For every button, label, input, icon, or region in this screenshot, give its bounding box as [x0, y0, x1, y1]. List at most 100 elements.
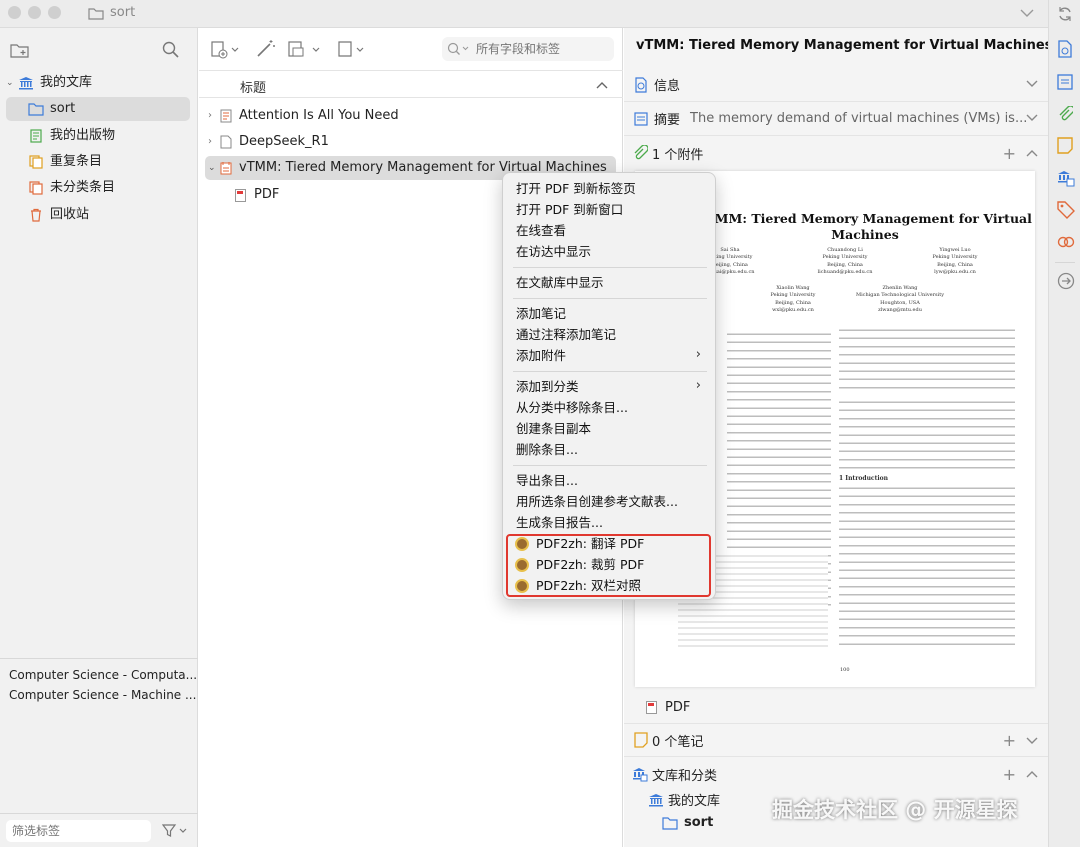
menu-item-add-note[interactable]: 添加笔记	[516, 304, 706, 324]
menu-separator	[513, 371, 707, 372]
menu-item-add-note-from-annotations[interactable]: 通过注释添加笔记	[516, 325, 706, 345]
attachment-name: PDF	[665, 700, 691, 715]
chevron-down-icon[interactable]	[1020, 8, 1034, 18]
info-section-header[interactable]: 信息	[624, 68, 1048, 102]
tag-filter-input[interactable]	[6, 820, 151, 842]
chevron-right-icon: ›	[695, 378, 701, 393]
chevron-down-icon[interactable]	[1026, 737, 1038, 745]
menu-separator	[513, 267, 707, 268]
chevron-right-icon[interactable]: ›	[205, 130, 219, 154]
menu-item-generate-report[interactable]: 生成条目报告...	[516, 513, 706, 533]
menu-item-show-in-library[interactable]: 在文献库中显示	[516, 273, 706, 293]
close-window-button[interactable]	[8, 6, 21, 19]
menu-item-open-pdf-new-tab[interactable]: 打开 PDF 到新标签页	[516, 179, 706, 199]
abstract-section-header[interactable]: 摘要 The memory demand of virtual machines…	[624, 102, 1048, 136]
info-icon[interactable]	[1057, 40, 1073, 58]
chevron-right-icon: ›	[695, 347, 701, 362]
sidebar-item-label: sort	[50, 101, 76, 116]
trash-icon	[31, 208, 41, 222]
notes-section-header[interactable]: 0 个笔记 +	[624, 723, 1048, 757]
notes-section-label: 0 个笔记	[652, 734, 704, 750]
add-attachment-icon[interactable]	[287, 40, 323, 60]
sidebar-item-my-publications[interactable]: 我的出版物	[6, 124, 190, 148]
libraries-section-header[interactable]: 文库和分类 +	[624, 757, 1048, 791]
attachments-section-header[interactable]: 1 个附件 +	[624, 136, 1048, 170]
library-row[interactable]: ⌄ 我的文库	[6, 71, 190, 95]
library-entry-label: 我的文库	[668, 794, 721, 809]
menu-item-remove-from-collection[interactable]: 从分类中移除条目...	[516, 398, 706, 418]
menu-item-create-bibliography[interactable]: 用所选条目创建参考文献表...	[516, 492, 706, 512]
column-header-row[interactable]: 标题	[199, 70, 623, 98]
new-collection-icon[interactable]	[10, 42, 30, 58]
info-section-label: 信息	[654, 79, 681, 94]
tag-item[interactable]: Computer Science - Computa...	[9, 668, 197, 682]
search-field[interactable]	[442, 37, 614, 61]
pdf-ccs-block	[839, 399, 1015, 469]
chevron-down-icon[interactable]	[1026, 114, 1038, 122]
abstract-icon	[634, 111, 648, 126]
pdf-author-block: Chuandong Li Peking University Beijing, Ch…	[817, 247, 873, 276]
menu-item-duplicate-item[interactable]: 创建条目副本	[516, 419, 706, 439]
child-attachment-row[interactable]: PDF	[205, 183, 505, 207]
magic-wand-icon[interactable]	[255, 39, 277, 59]
abstract-icon[interactable]	[1057, 74, 1073, 90]
sidebar-item-duplicates[interactable]: 重复条目	[6, 150, 190, 174]
paperclip-icon[interactable]	[1057, 106, 1073, 124]
menu-item-add-to-collection[interactable]: 添加到分类	[516, 377, 706, 397]
chevron-down-icon[interactable]	[1026, 80, 1038, 88]
menu-item-view-online[interactable]: 在线查看	[516, 221, 706, 241]
item-title: Attention Is All You Need	[239, 108, 399, 123]
sidebar-item-trash[interactable]: 回收站	[6, 203, 190, 227]
tag-icon[interactable]	[1057, 201, 1075, 219]
pdf-author-block: Zhenlin Wang Michigan Technological Unive…	[855, 285, 945, 314]
divider	[0, 813, 198, 814]
add-to-collection-button[interactable]: +	[1003, 765, 1016, 784]
add-note-button[interactable]: +	[1003, 731, 1016, 750]
sidebar-item-label: 重复条目	[50, 154, 103, 169]
menu-item-add-attachment[interactable]: 添加附件	[516, 346, 706, 366]
abstract-preview-text: The memory demand of virtual machines (V…	[690, 111, 1028, 126]
library-entry[interactable]: 我的文库	[648, 790, 720, 809]
related-icon[interactable]	[1057, 234, 1075, 250]
attachments-section-label: 1 个附件	[652, 147, 704, 163]
new-item-icon[interactable]	[211, 40, 241, 60]
add-attachment-button[interactable]: +	[1003, 144, 1016, 163]
pdf-section-heading: 1 Introduction	[839, 475, 888, 482]
chevron-down-icon[interactable]: ⌄	[205, 156, 219, 180]
note-icon[interactable]	[1057, 137, 1073, 155]
chevron-up-icon[interactable]	[1026, 149, 1038, 157]
item-row[interactable]: › Attention Is All You Need	[205, 104, 616, 128]
chevron-down-icon[interactable]: ⌄	[6, 71, 18, 95]
sync-icon[interactable]	[1057, 6, 1073, 22]
locate-icon[interactable]	[1057, 272, 1075, 290]
item-row[interactable]: › DeepSeek_R1	[205, 130, 616, 154]
library-icon	[649, 793, 663, 806]
sidebar-item-sort[interactable]: sort	[6, 97, 190, 121]
collection-entry[interactable]: sort	[662, 815, 713, 830]
library-icon	[19, 77, 33, 90]
filter-icon[interactable]	[162, 824, 188, 838]
collections-sidebar: ⌄ 我的文库 sort 我的出版物 重复条目 未分类条目 回收站 Compute…	[0, 28, 198, 847]
menu-item-delete-item[interactable]: 删除条目...	[516, 440, 706, 460]
chevron-right-icon[interactable]: ›	[205, 104, 219, 128]
search-icon[interactable]	[162, 41, 180, 59]
chevron-up-icon[interactable]	[1026, 770, 1038, 778]
zoom-window-button[interactable]	[48, 6, 61, 19]
tag-item[interactable]: Computer Science - Machine ...	[9, 688, 196, 702]
window-folder-name: sort	[110, 5, 136, 20]
minimize-window-button[interactable]	[28, 6, 41, 19]
item-title: DeepSeek_R1	[239, 134, 329, 149]
chevron-up-icon[interactable]	[596, 81, 608, 89]
pdf-column-right	[839, 485, 1015, 647]
menu-item-export-item[interactable]: 导出条目...	[516, 471, 706, 491]
libraries-collections-icon[interactable]	[1057, 169, 1075, 187]
attachment-row[interactable]: PDF	[646, 700, 690, 715]
menu-item-open-pdf-new-window[interactable]: 打开 PDF 到新窗口	[516, 200, 706, 220]
menu-item-show-in-finder[interactable]: 在访达中显示	[516, 242, 706, 262]
new-note-icon[interactable]	[337, 40, 367, 60]
pdf-title: vTMM: Tiered Memory Management for Virtu…	[698, 211, 1032, 242]
column-header-title[interactable]: 标题	[240, 77, 266, 96]
search-input[interactable]	[476, 40, 606, 58]
sidebar-item-unfiled[interactable]: 未分类条目	[6, 176, 190, 200]
menu-separator	[513, 465, 707, 466]
